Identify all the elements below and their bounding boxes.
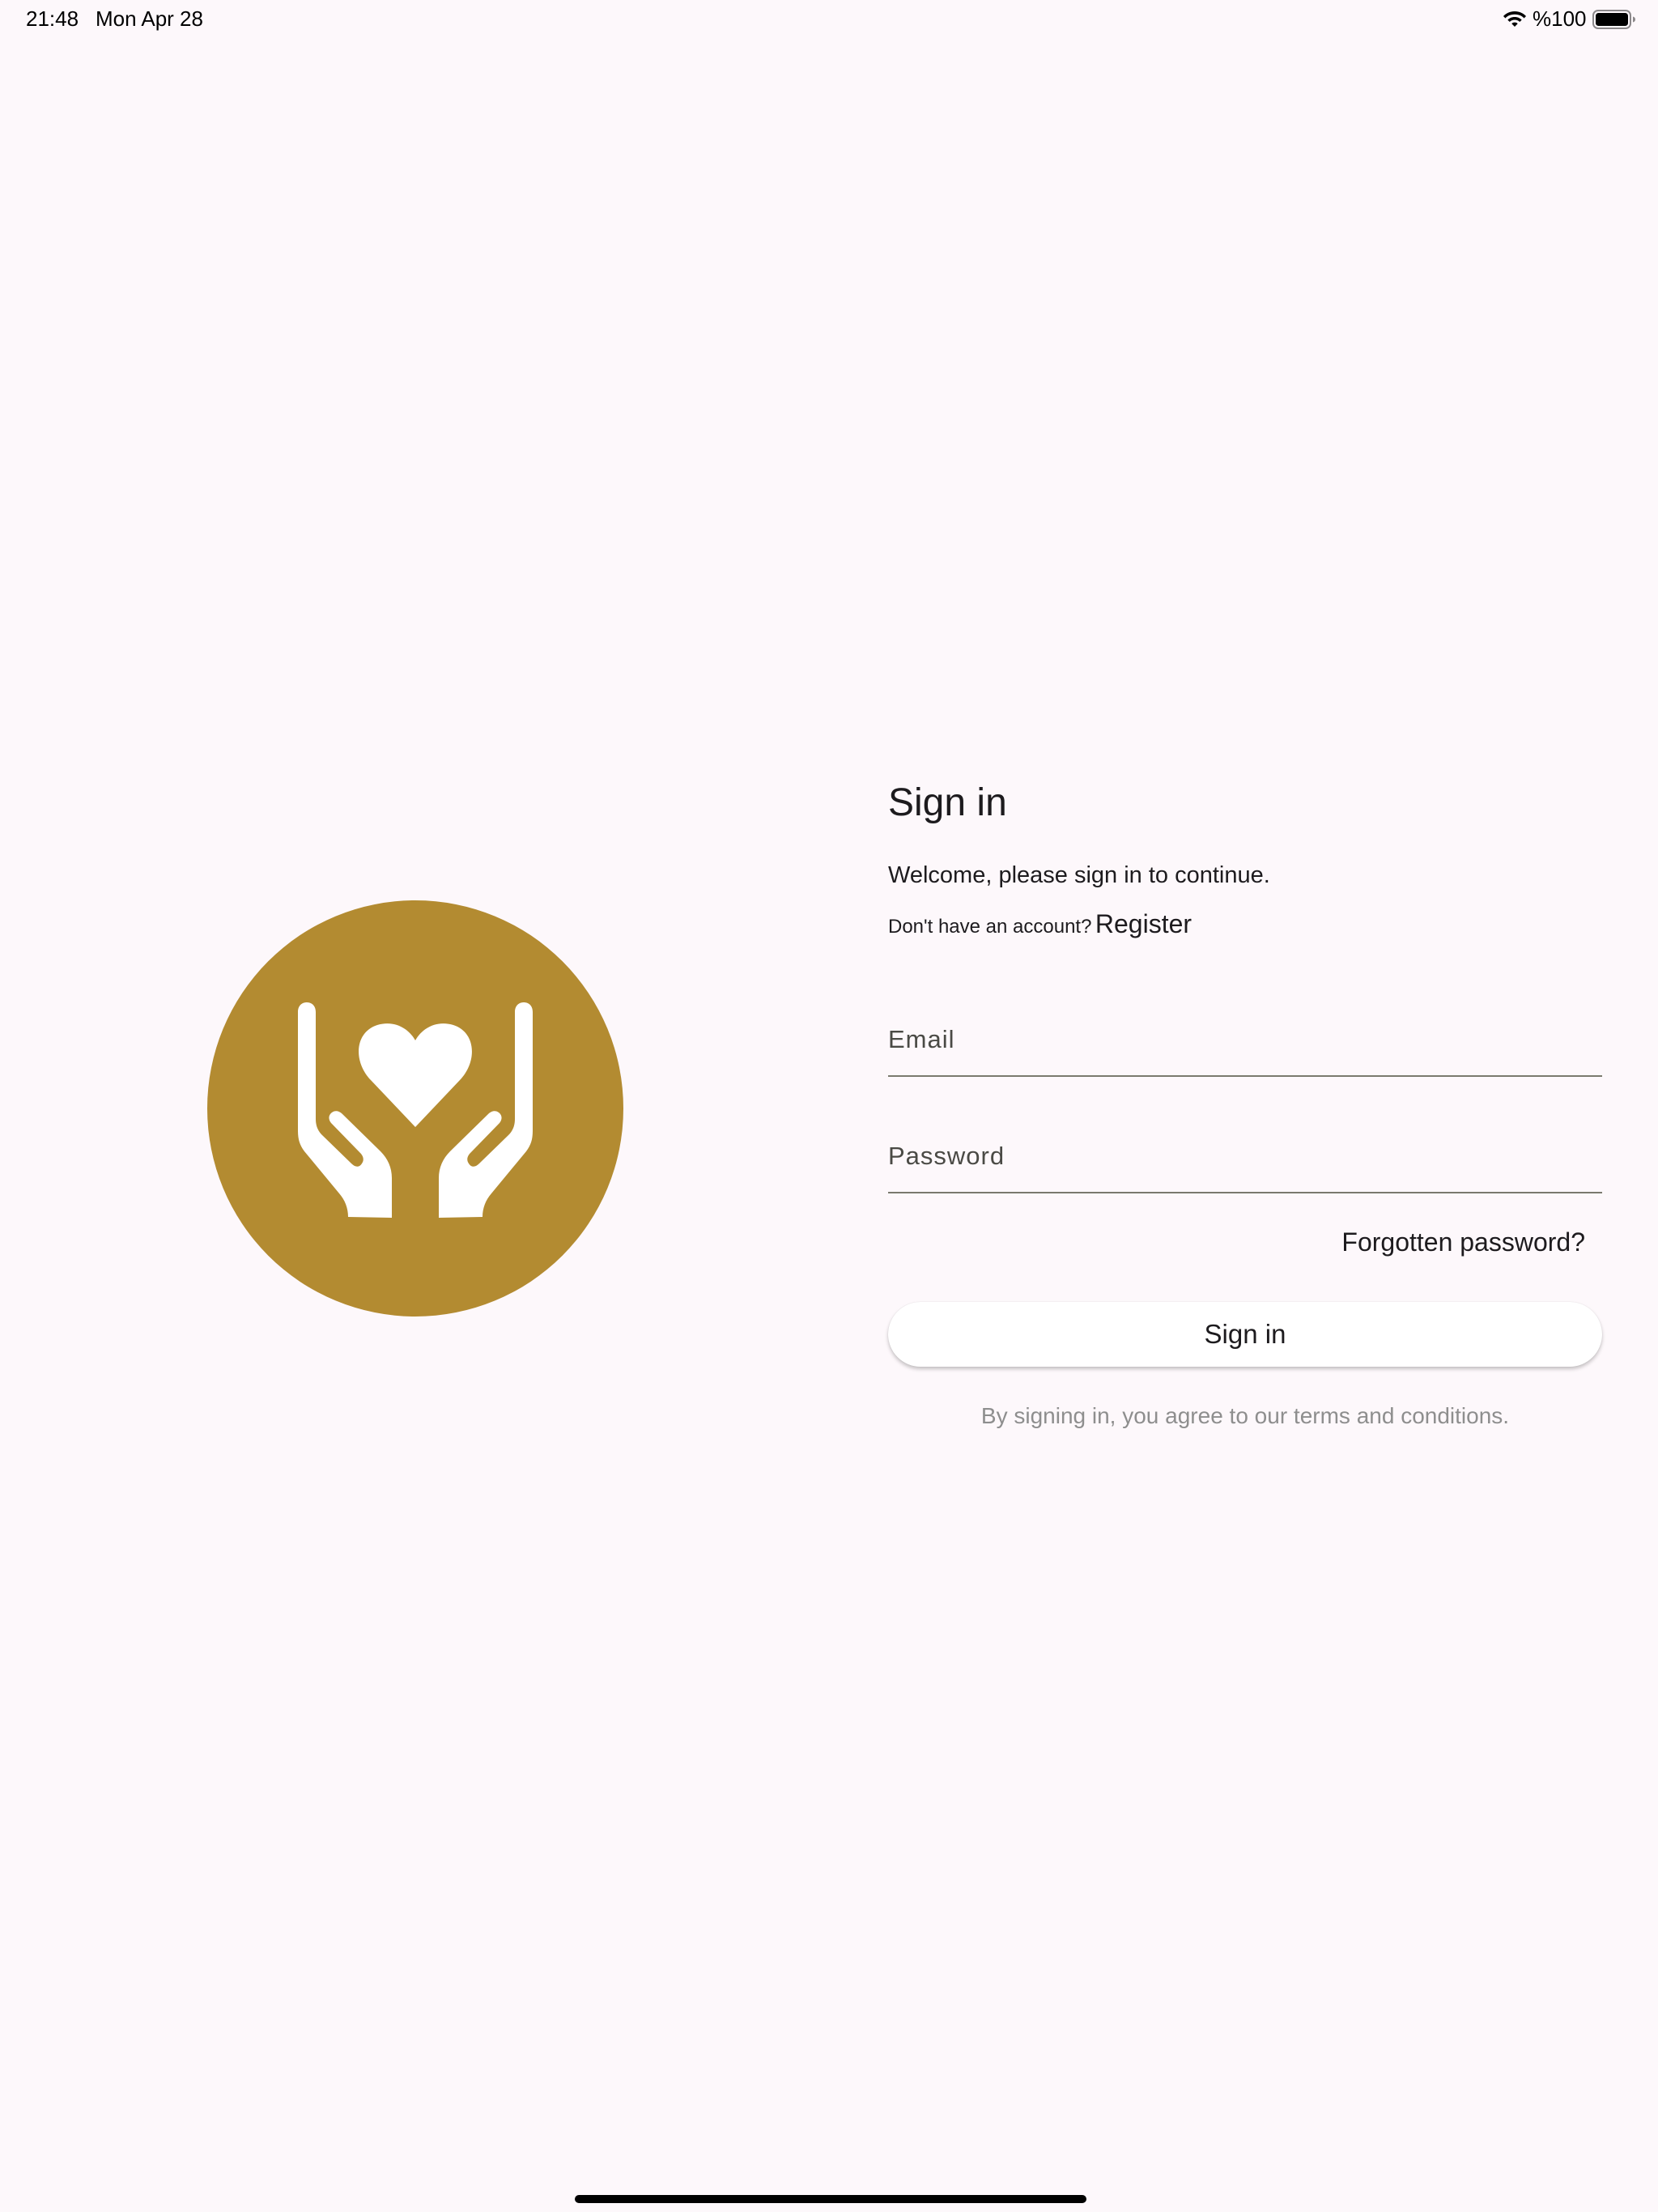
email-field-container [888, 1002, 1602, 1077]
hands-holding-heart-icon [207, 900, 623, 1317]
register-prompt: Don't have an account? Register [888, 911, 1192, 937]
email-field[interactable] [888, 1025, 1602, 1054]
register-link[interactable]: Register [1095, 909, 1192, 938]
home-indicator[interactable] [575, 2195, 1086, 2203]
terms-notice: By signing in, you agree to our terms an… [980, 1403, 1510, 1428]
sign-in-button[interactable]: Sign in [888, 1302, 1602, 1367]
battery-full-icon [1592, 10, 1635, 29]
welcome-message: Welcome, please sign in to continue. [888, 862, 1270, 888]
password-field-container [888, 1119, 1602, 1193]
wifi-icon [1503, 11, 1526, 27]
forgot-password-link[interactable]: Forgotten password? [1341, 1229, 1585, 1255]
status-date: Mon Apr 28 [96, 6, 203, 31]
page-title: Sign in [888, 781, 1007, 824]
password-field[interactable] [888, 1142, 1602, 1171]
status-time: 21:48 [26, 6, 79, 31]
status-bar: 21:48 Mon Apr 28 %100 [0, 0, 1658, 39]
no-account-text: Don't have an account? [888, 916, 1092, 938]
battery-percentage: %100 [1533, 6, 1587, 31]
